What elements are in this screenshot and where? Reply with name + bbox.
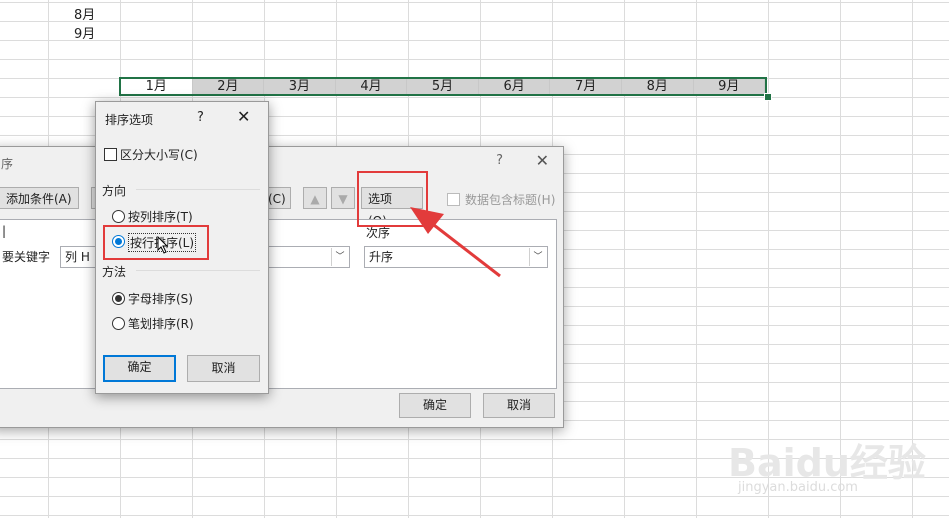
watermark-logo: Baidu经验 xyxy=(728,441,926,485)
watermark-url: jingyan.baidu.com xyxy=(738,480,858,495)
